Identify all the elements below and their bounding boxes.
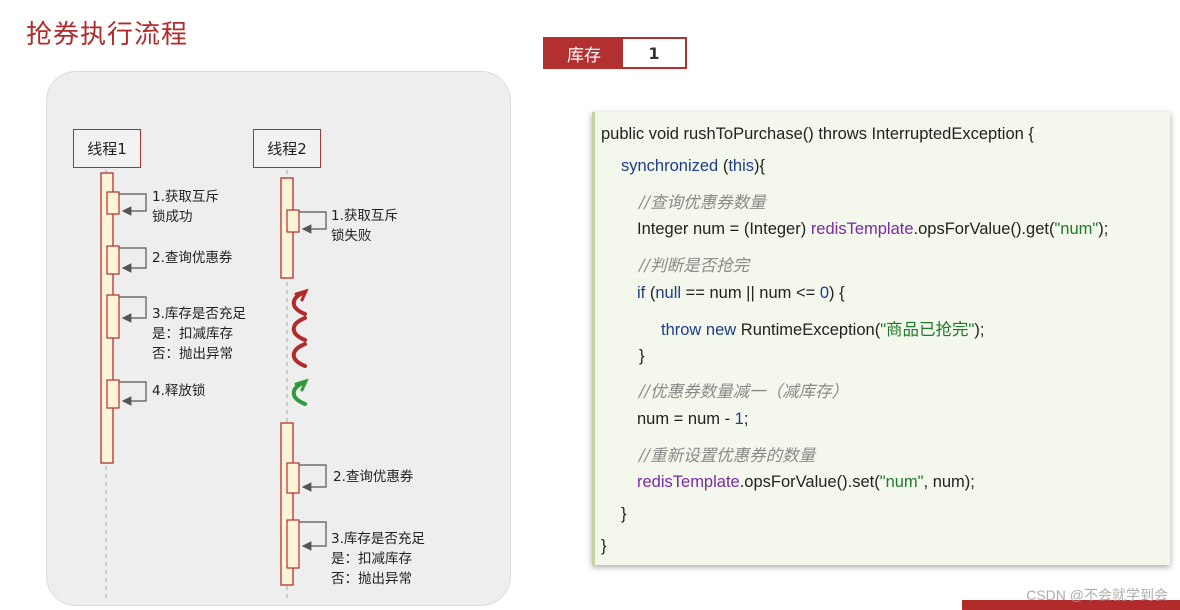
code-line-14: } (601, 537, 607, 555)
thread1-step2: 2.查询优惠券 (152, 250, 233, 266)
code-line-5: //判断是否抢完 (639, 256, 750, 275)
thread2-step1: 1.获取互斥 锁失败 (331, 208, 398, 244)
thread1-header: 线程1 (73, 129, 141, 168)
code-line-9: //优惠券数量减一（减库存） (639, 382, 849, 401)
thread1-step4: 4.释放锁 (152, 383, 206, 399)
watermark: CSDN @不会就学到会 (1026, 587, 1168, 603)
thread1-step1: 1.获取互斥 锁成功 (152, 189, 219, 225)
code-line-12: redisTemplate.opsForValue().set("num", n… (637, 473, 975, 491)
code-line-10: num = num - 1; (637, 410, 749, 428)
thread2-header: 线程2 (253, 129, 321, 168)
code-line-7: throw new RuntimeException("商品已抢完"); (661, 321, 985, 339)
code-line-11: //重新设置优惠券的数量 (639, 446, 816, 465)
code-line-3: //查询优惠券数量 (639, 193, 766, 212)
code-line-13: } (621, 505, 627, 523)
code-line-4: Integer num = (Integer) redisTemplate.op… (637, 220, 1109, 238)
code-line-8: } (639, 347, 645, 365)
code-block: public void rushToPurchase() throws Inte… (592, 112, 1170, 565)
thread2-step3: 3.库存是否充足 是：扣减库存 否：抛出异常 (331, 531, 425, 587)
code-line-1: public void rushToPurchase() throws Inte… (601, 125, 1034, 143)
thread2-step2: 2.查询优惠券 (333, 469, 414, 485)
code-line-2: synchronized (this){ (621, 157, 766, 175)
thread1-step3: 3.库存是否充足 是：扣减库存 否：抛出异常 (152, 306, 246, 362)
retry-arrows (291, 288, 309, 406)
code-line-6: if (null == num || num <= 0) { (637, 284, 845, 302)
